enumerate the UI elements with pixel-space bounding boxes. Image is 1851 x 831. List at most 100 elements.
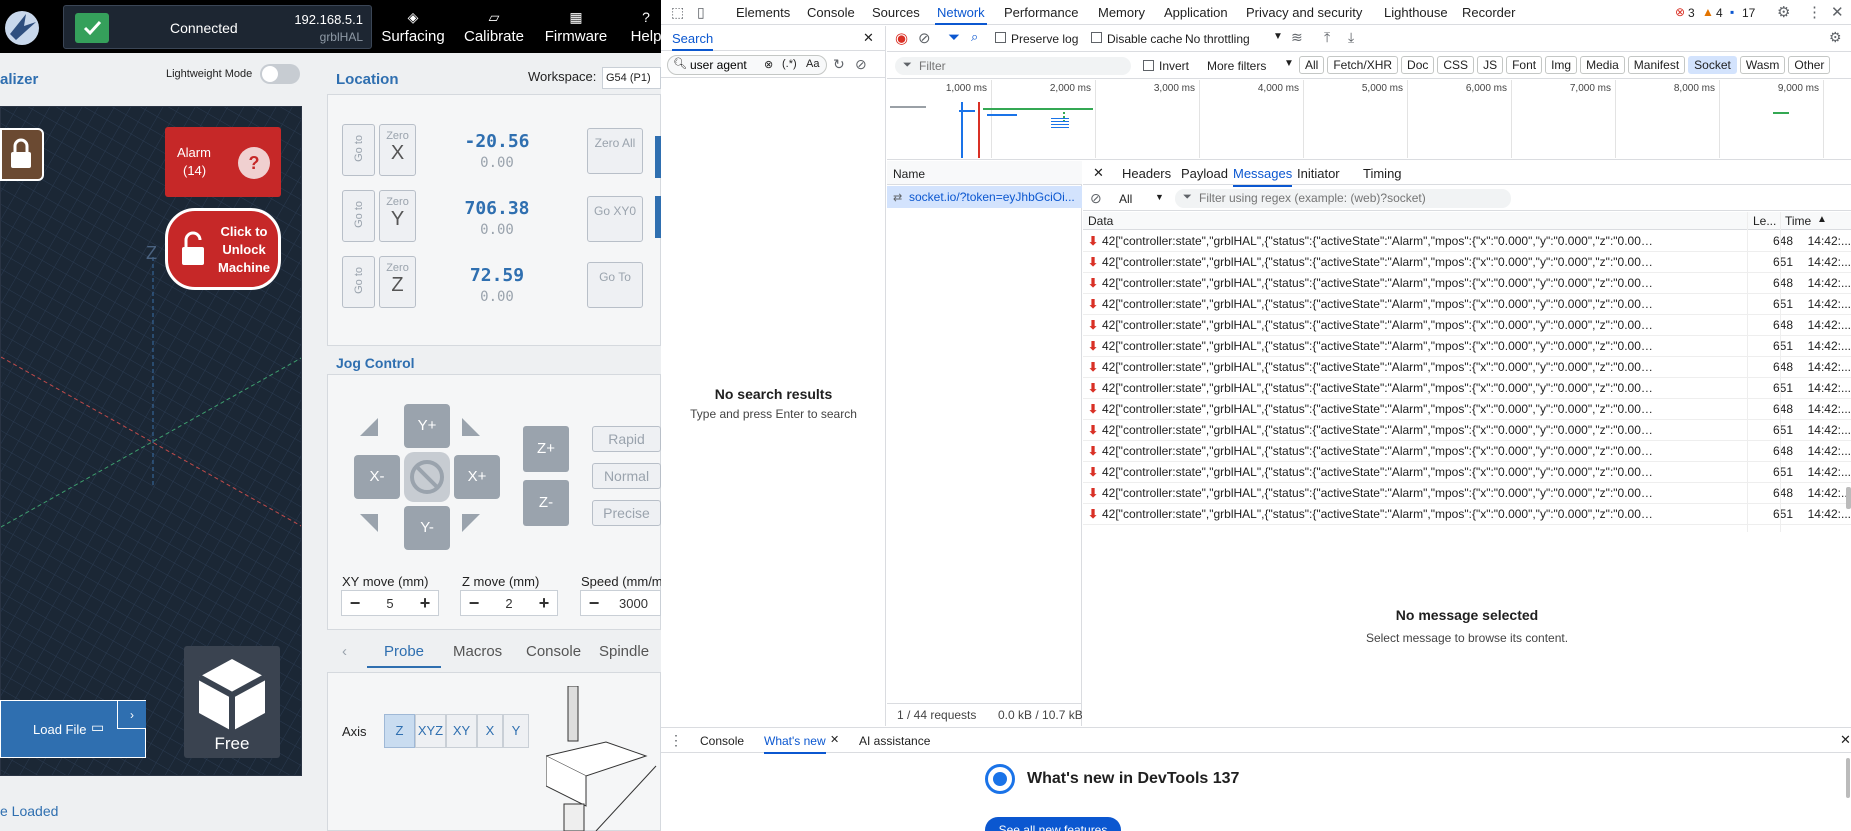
probe-axis-y[interactable]: Y bbox=[503, 714, 529, 748]
tab-spindle[interactable]: Spindle bbox=[599, 643, 649, 660]
speed-stepper[interactable]: −3000 bbox=[580, 590, 661, 616]
message-row[interactable]: ⬇ 42["controller:state","grblHAL",{"statu… bbox=[1083, 483, 1851, 504]
zero-z-button[interactable]: Zero Z bbox=[379, 256, 416, 308]
message-row[interactable]: ⬇ 42["controller:state","grblHAL",{"statu… bbox=[1083, 420, 1851, 441]
filter-type-all[interactable]: All bbox=[1299, 56, 1325, 74]
minus-icon[interactable]: − bbox=[461, 593, 487, 614]
message-row[interactable]: ⬇ 42["controller:state","grblHAL",{"statu… bbox=[1083, 399, 1851, 420]
goto-y-button[interactable]: Go to bbox=[342, 190, 375, 242]
close-devtools-icon[interactable]: ✕ bbox=[1831, 3, 1844, 21]
network-settings-icon[interactable]: ⚙ bbox=[1829, 29, 1842, 46]
message-row[interactable]: ⬇ 42["controller:state","grblHAL",{"statu… bbox=[1083, 504, 1851, 525]
chevron-down-icon[interactable]: ▼ bbox=[1273, 31, 1283, 42]
tab-network[interactable]: Network bbox=[935, 5, 987, 25]
close-tab-icon[interactable]: ✕ bbox=[830, 733, 839, 746]
xy-move-stepper[interactable]: −5 + bbox=[341, 590, 439, 616]
minus-icon[interactable]: − bbox=[342, 593, 368, 614]
warning-icon[interactable]: ▲ bbox=[1702, 5, 1714, 19]
z-move-stepper[interactable]: −2 + bbox=[460, 590, 558, 616]
export-har-icon[interactable]: ⤓ bbox=[1348, 29, 1354, 46]
jog-y-minus-button[interactable]: Y- bbox=[404, 506, 450, 550]
message-row[interactable]: ⬇ 42["controller:state","grblHAL",{"statu… bbox=[1083, 336, 1851, 357]
jog-stop-button[interactable] bbox=[404, 452, 450, 502]
filter-type-font[interactable]: Font bbox=[1506, 56, 1543, 74]
nav-firmware[interactable]: ▦ Firmware bbox=[544, 6, 608, 45]
alarm-help-button[interactable]: ? bbox=[238, 147, 270, 179]
load-file-button[interactable]: Load File ▭ › bbox=[0, 700, 146, 758]
goto-x-button[interactable]: Go to bbox=[342, 124, 375, 176]
see-all-features-button[interactable]: See all new features bbox=[985, 817, 1121, 831]
clear-messages-icon[interactable]: ⊘ bbox=[1090, 190, 1102, 207]
filter-type-fetchxhr[interactable]: Fetch/XHR bbox=[1327, 56, 1399, 74]
detail-tab-messages[interactable]: Messages bbox=[1233, 166, 1293, 187]
jog-diagonal-sw[interactable] bbox=[360, 514, 378, 532]
message-row[interactable]: ⬇ 42["controller:state","grblHAL",{"statu… bbox=[1083, 378, 1851, 399]
jog-z-plus-button[interactable]: Z+ bbox=[523, 426, 569, 472]
name-column-header[interactable]: Name bbox=[893, 167, 925, 181]
close-search-icon[interactable]: ✕ bbox=[863, 30, 874, 46]
filter-type-doc[interactable]: Doc bbox=[1401, 56, 1435, 74]
probe-axis-xy[interactable]: XY bbox=[446, 714, 477, 748]
go-to-button[interactable]: Go To bbox=[587, 262, 643, 308]
message-row[interactable]: ⬇ 42["controller:state","grblHAL",{"statu… bbox=[1083, 294, 1851, 315]
mode-normal-button[interactable]: Normal bbox=[592, 463, 661, 489]
tab-elements[interactable]: Elements bbox=[736, 5, 790, 20]
detail-tab-payload[interactable]: Payload bbox=[1181, 166, 1228, 181]
drawer-tab-console[interactable]: Console bbox=[700, 734, 744, 748]
tab-sources[interactable]: Sources bbox=[872, 5, 920, 20]
drawer-tab-ai-assistance[interactable]: AI assistance bbox=[859, 734, 930, 748]
minus-icon[interactable]: − bbox=[581, 593, 607, 614]
jog-z-minus-button[interactable]: Z- bbox=[523, 480, 569, 526]
tab-console[interactable]: Console bbox=[807, 5, 855, 20]
message-row[interactable]: ⬇ 42["controller:state","grblHAL",{"statu… bbox=[1083, 441, 1851, 462]
close-detail-icon[interactable]: ✕ bbox=[1093, 165, 1104, 181]
tab-console[interactable]: Console bbox=[526, 643, 581, 660]
tab-performance[interactable]: Performance bbox=[1004, 5, 1078, 20]
chevron-right-icon[interactable]: › bbox=[117, 701, 146, 729]
regex-toggle[interactable]: (.*) bbox=[782, 58, 797, 70]
filter-type-manifest[interactable]: Manifest bbox=[1627, 56, 1686, 74]
message-row[interactable]: ⬇ 42["controller:state","grblHAL",{"statu… bbox=[1083, 273, 1851, 294]
probe-axis-x[interactable]: X bbox=[477, 714, 503, 748]
detail-tab-headers[interactable]: Headers bbox=[1122, 166, 1171, 181]
drawer-menu-icon[interactable]: ⋮ bbox=[669, 732, 683, 749]
request-row[interactable]: ⇄ socket.io/?token=eyJhbGciOi... bbox=[887, 186, 1082, 208]
disable-cache-checkbox[interactable] bbox=[1091, 32, 1102, 43]
filter-type-img[interactable]: Img bbox=[1545, 56, 1578, 74]
filter-type-socket[interactable]: Socket bbox=[1688, 56, 1737, 74]
probe-axis-z[interactable]: Z bbox=[384, 714, 415, 748]
filter-type-js[interactable]: JS bbox=[1477, 56, 1504, 74]
data-column-header[interactable]: Data bbox=[1088, 214, 1113, 228]
message-filter-input[interactable] bbox=[1199, 191, 1499, 205]
refresh-icon[interactable]: ↻ bbox=[833, 56, 845, 73]
jog-x-minus-button[interactable]: X- bbox=[354, 455, 400, 499]
tab-privacy-security[interactable]: Privacy and security bbox=[1246, 5, 1362, 20]
goto-z-button[interactable]: Go to bbox=[342, 256, 375, 308]
import-har-icon[interactable]: ⤒ bbox=[1324, 29, 1330, 46]
tab-application[interactable]: Application bbox=[1164, 5, 1228, 20]
chevron-down-icon[interactable]: ▼ bbox=[1155, 192, 1164, 202]
device-toolbar-icon[interactable]: ▯ bbox=[697, 4, 705, 21]
jog-diagonal-se[interactable] bbox=[462, 514, 480, 532]
nav-surfacing[interactable]: ◈ Surfacing bbox=[380, 6, 446, 45]
message-type-select[interactable]: All bbox=[1119, 192, 1132, 206]
jog-y-plus-button[interactable]: Y+ bbox=[404, 404, 450, 448]
clear-log-icon[interactable]: ⊘ bbox=[918, 29, 931, 47]
search-tab[interactable]: Search bbox=[672, 31, 714, 51]
zero-all-button[interactable]: Zero All bbox=[587, 128, 643, 174]
match-case-toggle[interactable]: Aa bbox=[806, 58, 819, 70]
clear-search-icon[interactable]: ⊗ bbox=[764, 58, 773, 71]
go-xy0-button[interactable]: Go XY0 bbox=[587, 196, 643, 242]
lock-indicator[interactable] bbox=[0, 128, 44, 181]
tab-macros[interactable]: Macros bbox=[453, 643, 502, 660]
more-filters-button[interactable]: More filters bbox=[1207, 59, 1266, 73]
workspace-select[interactable]: G54 (P1) bbox=[602, 67, 661, 89]
time-column-header[interactable]: Time bbox=[1785, 214, 1811, 228]
message-row[interactable]: ⬇ 42["controller:state","grblHAL",{"statu… bbox=[1083, 357, 1851, 378]
length-column-header[interactable]: Le... bbox=[1753, 214, 1776, 228]
throttling-select[interactable]: No throttling bbox=[1185, 32, 1250, 46]
filter-icon[interactable]: ⏷ bbox=[948, 29, 960, 46]
tab-memory[interactable]: Memory bbox=[1098, 5, 1145, 20]
messages-scrollbar[interactable] bbox=[1846, 487, 1851, 509]
filter-type-other[interactable]: Other bbox=[1788, 56, 1831, 74]
